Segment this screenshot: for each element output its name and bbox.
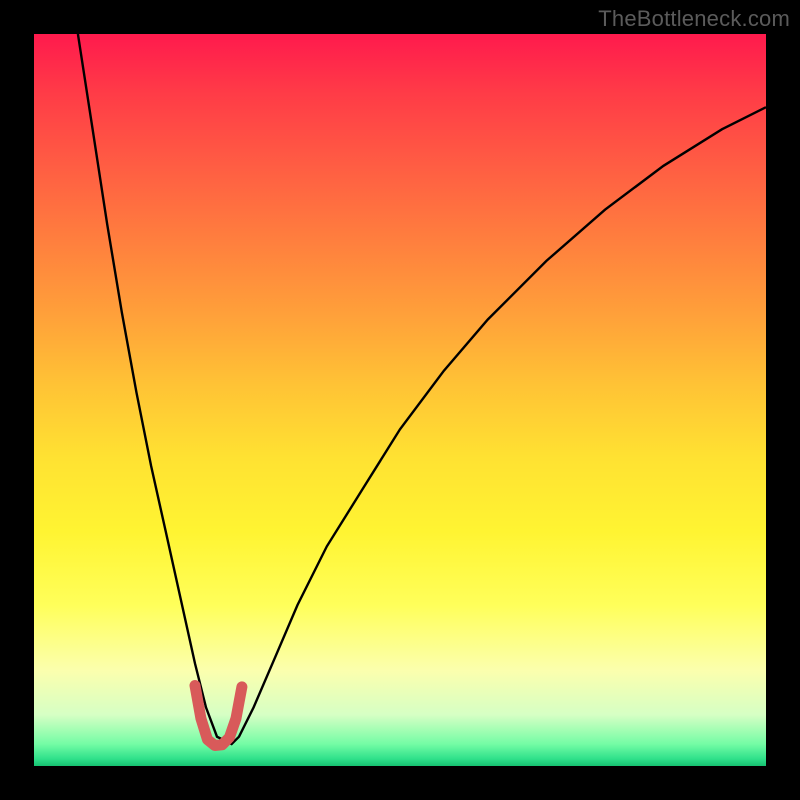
curve-layer	[34, 34, 766, 766]
plot-area	[34, 34, 766, 766]
watermark-text: TheBottleneck.com	[598, 6, 790, 32]
bottleneck-curve	[78, 34, 766, 744]
chart-frame: TheBottleneck.com	[0, 0, 800, 800]
